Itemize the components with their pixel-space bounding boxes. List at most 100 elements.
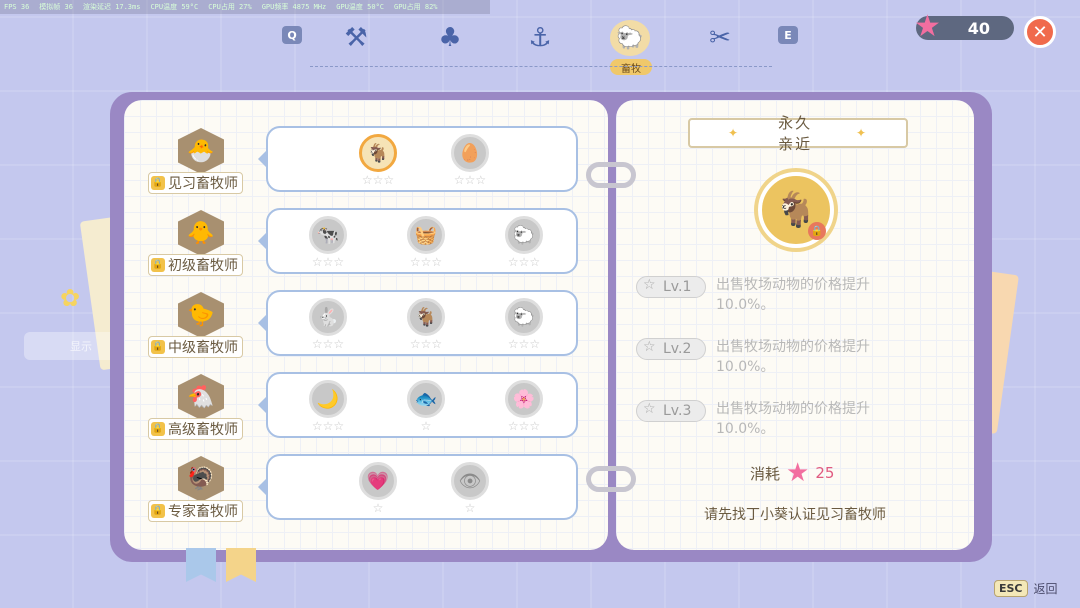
lock-icon: 🔒	[151, 258, 165, 272]
rank-name: 🔒 见习畜牧师	[148, 172, 243, 194]
star-rating: ☆☆☆	[311, 255, 345, 269]
hammer-icon[interactable]: ⚒	[336, 20, 376, 56]
skill-node[interactable]: 🐇 ☆☆☆	[300, 298, 356, 354]
egg-icon: 🥚	[451, 134, 489, 172]
sheep-heart-icon: 🐑	[505, 298, 543, 336]
stat: CPU占用 27%	[208, 3, 252, 11]
fish-icon: 🐟	[407, 380, 445, 418]
star-rating: ☆	[464, 501, 476, 515]
pink-star-icon: ★	[914, 9, 941, 44]
cost-value: 25	[815, 464, 835, 482]
moon-icon: 🌙	[309, 380, 347, 418]
star-rating: ☆☆☆	[361, 173, 395, 187]
divider	[310, 66, 772, 67]
star-rating: ☆☆☆	[409, 255, 443, 269]
sheep-icon: 🐑	[505, 216, 543, 254]
sparkle-icon: ✦	[728, 126, 741, 140]
skill-node[interactable]: 🌸 ☆☆☆	[496, 380, 552, 436]
unlock-hint: 请先找丁小葵认证见习畜牧师	[704, 507, 886, 523]
goat-icon: 🐐	[359, 134, 397, 172]
skill-title-banner: ✦ 永久亲近 ✦	[688, 114, 908, 153]
skill-node[interactable]: 👁 ☆	[442, 462, 498, 518]
skill-node[interactable]: 🐑 ☆☆☆	[496, 216, 552, 272]
flower-icon: 🌸	[505, 380, 543, 418]
skill-node[interactable]: 🧺 ☆☆☆	[398, 216, 454, 272]
skill-node[interactable]: 💗 ☆	[350, 462, 406, 518]
star-currency: ★ 40	[914, 12, 1014, 42]
skill-node[interactable]: 🥚 ☆☆☆	[442, 134, 498, 190]
lock-icon: 🔒	[151, 504, 165, 518]
level-description: 出售牧场动物的价格提升10.0%。	[716, 339, 870, 375]
skill-title: 永久亲近	[778, 114, 813, 153]
book-ring	[586, 466, 636, 492]
stat: CPU温度 59°C	[150, 3, 199, 11]
skill-card: 🐇 ☆☆☆ 🐐 ☆☆☆ 🐑 ☆☆☆	[258, 290, 578, 356]
lock-icon: 🔒	[151, 422, 165, 436]
level-row: Lv.1 出售牧场动物的价格提升10.0%。	[636, 274, 936, 320]
lock-icon: 🔒	[151, 340, 165, 354]
level-badge: Lv.2	[636, 338, 706, 360]
skill-node[interactable]: 🐄 ☆☆☆	[300, 216, 356, 272]
cow-icon: 🐄	[309, 216, 347, 254]
flower-icon: ✿	[60, 284, 81, 312]
pink-star-icon: ★	[786, 458, 810, 488]
skill-node[interactable]: 🐐 ☆☆☆	[398, 298, 454, 354]
fps-stat: FPS 36	[4, 3, 30, 11]
rank-row: 🦃 🔒 专家畜牧师 💗 ☆ 👁 ☆	[140, 454, 580, 524]
skill-card: 🌙 ☆☆☆ 🐟 ☆ 🌸 ☆☆☆	[258, 372, 578, 438]
close-button[interactable]: ✕	[1024, 16, 1056, 48]
esc-key[interactable]: ESC	[994, 580, 1028, 597]
rank-badge: 🐔	[178, 374, 224, 420]
cost-display: 消耗 ★ 25	[750, 458, 835, 488]
rank-badge: 🐥	[178, 210, 224, 256]
back-label: 返回	[1033, 582, 1058, 596]
rank-row: 🐥 🔒 初级畜牧师 🐄 ☆☆☆ 🧺 ☆☆☆ 🐑 ☆☆☆	[140, 208, 580, 278]
active-tab-label: 畜牧	[610, 59, 652, 75]
skill-card: 💗 ☆ 👁 ☆	[258, 454, 578, 520]
star-rating: ☆☆☆	[311, 337, 345, 351]
star-rating: ☆☆☆	[507, 255, 541, 269]
rank-badge: 🦃	[178, 456, 224, 502]
rank-name: 🔒 专家畜牧师	[148, 500, 243, 522]
stat: 模拟帧 36	[39, 3, 73, 11]
basket-icon: 🧺	[407, 216, 445, 254]
skill-card: 🐐 ☆☆☆ 🥚 ☆☆☆	[258, 126, 578, 192]
rank-name: 🔒 中级畜牧师	[148, 336, 243, 358]
lock-icon: 🔒	[151, 176, 165, 190]
eye-icon: 👁	[451, 462, 489, 500]
stat: 渲染延迟 17.3ms	[82, 3, 141, 11]
level-description: 出售牧场动物的价格提升10.0%。	[716, 277, 870, 313]
level-row: Lv.2 出售牧场动物的价格提升10.0%。	[636, 336, 936, 382]
level-badge: Lv.1	[636, 276, 706, 298]
tab-husbandry[interactable]: 🐑	[610, 20, 650, 56]
rank-badge: 🐣	[178, 128, 224, 174]
cost-label: 消耗	[750, 464, 781, 483]
skill-node[interactable]: 🐐 ☆☆☆	[350, 134, 406, 190]
lock-icon: 🔒	[808, 222, 826, 240]
star-rating: ☆☆☆	[507, 419, 541, 433]
prev-tab-key[interactable]: Q	[282, 26, 302, 44]
currency-value: 40	[967, 18, 990, 38]
skill-node[interactable]: 🐑 ☆☆☆	[496, 298, 552, 354]
skill-node[interactable]: 🌙 ☆☆☆	[300, 380, 356, 436]
sparkle-icon: ✦	[855, 126, 868, 140]
side-tooltip: 显示	[24, 332, 124, 360]
skill-card: 🐄 ☆☆☆ 🧺 ☆☆☆ 🐑 ☆☆☆	[258, 208, 578, 274]
rank-row: 🐤 🔒 中级畜牧师 🐇 ☆☆☆ 🐐 ☆☆☆ 🐑 ☆☆☆	[140, 290, 580, 360]
star-rating: ☆☆☆	[409, 337, 443, 351]
star-rating: ☆☆☆	[311, 419, 345, 433]
goat-icon: 🐐	[407, 298, 445, 336]
scissors-icon[interactable]: ✂	[700, 20, 740, 56]
rank-badge: 🐤	[178, 292, 224, 338]
rabbit-icon: 🐇	[309, 298, 347, 336]
stat: GPU占用 82%	[394, 3, 438, 11]
back-hint[interactable]: ESC 返回	[994, 580, 1058, 597]
skill-node[interactable]: 🐟 ☆	[398, 380, 454, 436]
level-description: 出售牧场动物的价格提升10.0%。	[716, 401, 870, 437]
fishing-rod-icon[interactable]: ⚓	[520, 20, 560, 56]
sheep-icon: 🐑	[610, 20, 650, 56]
next-tab-key[interactable]: E	[778, 26, 798, 44]
stat: GPU频率 4875 MHz	[261, 3, 327, 11]
sprout-icon[interactable]: ♣	[430, 20, 470, 56]
level-row: Lv.3 出售牧场动物的价格提升10.0%。	[636, 398, 936, 444]
